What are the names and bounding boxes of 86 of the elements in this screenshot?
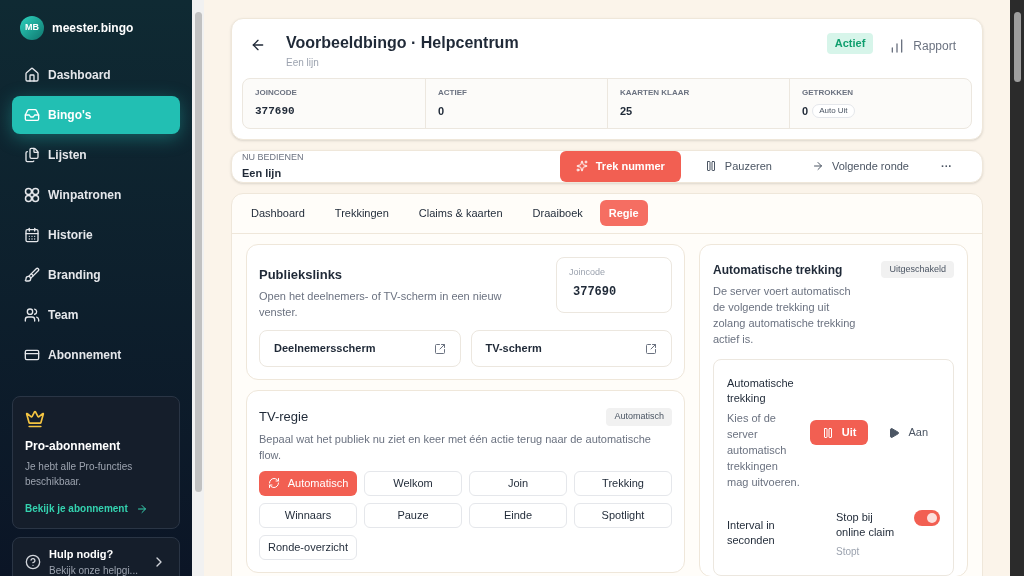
status-badge: Actief bbox=[826, 33, 874, 54]
page-subtitle: Een lijn bbox=[286, 56, 320, 70]
mode-button[interactable]: Einde bbox=[469, 502, 567, 528]
mode-button[interactable]: Ronde-overzicht bbox=[259, 534, 357, 560]
screen-link-button[interactable]: TV-scherm bbox=[470, 330, 672, 367]
stop-label: Stop bij online claim bbox=[836, 509, 896, 540]
refresh-icon bbox=[267, 477, 280, 489]
status-badge: Uitgeschakeld bbox=[881, 260, 954, 279]
page-title: Voorbeeldbingo · Helpcentrum bbox=[286, 33, 519, 53]
joincode-label: Joincode bbox=[569, 265, 607, 279]
nav-item[interactable]: Winpatronen bbox=[12, 176, 180, 214]
toggle-option[interactable]: Aan bbox=[876, 420, 940, 445]
card-icon bbox=[24, 347, 40, 363]
card-description: Open het deelnemers- of TV-scherm in een nieuw venster. bbox=[259, 289, 503, 320]
arrow-icon bbox=[811, 160, 824, 172]
nav-item[interactable]: Historie bbox=[12, 216, 180, 254]
mode-button[interactable]: Join bbox=[469, 470, 567, 496]
logo-badge: MB bbox=[20, 16, 44, 40]
documents-icon bbox=[24, 147, 40, 163]
mode-button[interactable]: Spotlight bbox=[574, 502, 672, 528]
setting-description: Kies of de server automatisch trekkingen mag uitvoeren. bbox=[727, 410, 801, 490]
report-button[interactable]: Rapport bbox=[889, 37, 956, 55]
next-round-button[interactable]: Volgende ronde bbox=[803, 157, 917, 175]
stat-label: JOINCODE bbox=[255, 87, 298, 99]
brush-icon bbox=[24, 267, 40, 283]
mode-button[interactable]: Trekking bbox=[574, 470, 672, 496]
control-label: NU BEDIENEN bbox=[242, 151, 304, 164]
scrollbar[interactable] bbox=[1010, 0, 1024, 576]
tab[interactable]: Dashboard bbox=[242, 200, 314, 226]
help-icon bbox=[25, 553, 41, 570]
card-title: Automatische trekking bbox=[713, 261, 843, 279]
stat-value: 377690 bbox=[255, 104, 295, 119]
stat-label: KAARTEN KLAAR bbox=[620, 87, 691, 99]
card-description: Bepaal wat het publiek nu ziet en keer met één actie terug naar de automatische flow. bbox=[259, 431, 652, 463]
nav-item[interactable]: Branding bbox=[12, 256, 180, 294]
stat-value: 0 bbox=[438, 104, 445, 119]
tray-icon bbox=[24, 107, 40, 123]
back-icon[interactable] bbox=[250, 37, 266, 53]
auto-badge: Auto Uit bbox=[812, 104, 855, 119]
mode-button[interactable]: Pauze bbox=[364, 502, 462, 528]
joincode-value: 377690 bbox=[573, 284, 618, 301]
stat-label: GETROKKEN bbox=[802, 87, 855, 99]
brand-name: meester.bingo bbox=[52, 20, 134, 37]
stat-value: 0 bbox=[802, 104, 809, 119]
arrow-icon bbox=[135, 502, 148, 515]
calendar-icon bbox=[24, 227, 40, 243]
subscription-link[interactable]: Bekijk je abonnement bbox=[25, 501, 167, 516]
crown-icon bbox=[25, 409, 45, 429]
pause-button[interactable]: Pauzeren bbox=[696, 157, 780, 175]
help-subtitle: Bekijk onze helpgi... bbox=[49, 563, 139, 576]
pause-icon bbox=[704, 160, 717, 172]
tab[interactable]: Draaiboek bbox=[523, 200, 592, 226]
setting-title: Automatische trekking bbox=[727, 375, 795, 406]
external-link-icon bbox=[645, 342, 657, 355]
mode-badge: Automatisch bbox=[606, 408, 672, 426]
help-title: Hulp nodig? bbox=[49, 547, 115, 562]
sparkle-icon bbox=[575, 160, 588, 172]
mode-button[interactable]: Winnaars bbox=[259, 502, 357, 528]
control-value: Een lijn bbox=[242, 165, 283, 181]
nav-item[interactable]: Dashboard bbox=[12, 56, 180, 94]
toggle-switch[interactable] bbox=[914, 509, 940, 526]
circles-icon bbox=[24, 187, 40, 203]
card-title: Publiekslinks bbox=[259, 265, 344, 284]
nav-item[interactable]: Abonnement bbox=[12, 336, 180, 374]
mode-button[interactable]: Welkom bbox=[364, 470, 462, 496]
help-card[interactable]: Hulp nodig? Bekijk onze helpgi... bbox=[12, 537, 180, 576]
scrollbar[interactable] bbox=[192, 0, 204, 576]
stat-value: 25 bbox=[620, 104, 633, 119]
card-text: Je hebt alle Pro-functies beschikbaar. bbox=[25, 460, 134, 489]
more-button[interactable]: ··· bbox=[933, 157, 960, 175]
nav-item[interactable]: Lijsten bbox=[12, 136, 180, 174]
tab[interactable]: Claims & kaarten bbox=[409, 200, 512, 226]
play-icon bbox=[888, 426, 901, 439]
screen-link-button[interactable]: Deelnemersscherm bbox=[259, 330, 461, 367]
stat-label: ACTIEF bbox=[438, 87, 468, 99]
card-title: Pro-abonnement bbox=[25, 438, 122, 455]
nav-item[interactable]: Team bbox=[12, 296, 180, 334]
tab[interactable]: Trekkingen bbox=[325, 200, 398, 226]
card-title: TV-regie bbox=[259, 408, 309, 426]
external-link-icon bbox=[433, 342, 446, 355]
stop-note: Stopt bbox=[836, 544, 861, 559]
card-description: De server voert automatisch de volgende trekking uit zolang automatische trekking actief is. bbox=[713, 283, 857, 347]
interval-label: Interval in seconden bbox=[727, 517, 776, 548]
people-icon bbox=[24, 307, 40, 323]
house-icon bbox=[24, 67, 40, 83]
pause-icon bbox=[821, 426, 834, 439]
